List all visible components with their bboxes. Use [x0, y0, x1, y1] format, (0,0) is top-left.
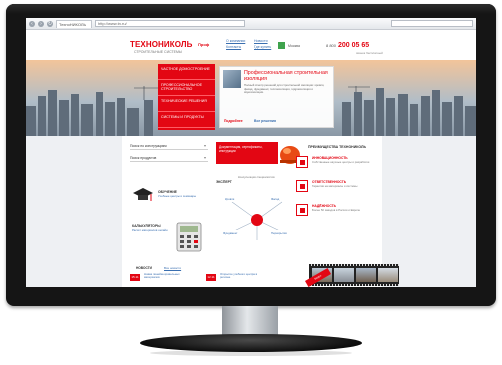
diagram-center-icon	[251, 214, 263, 226]
all-news-link[interactable]: Все новости	[164, 266, 181, 270]
phone-digits: 200 05 65	[337, 42, 370, 49]
main-content: Поиск по конструкциям Поиск продуктов До…	[26, 136, 476, 287]
browser-tab[interactable]: ТехноНИКОЛЬ	[56, 19, 92, 28]
header-link-about[interactable]: О компании	[226, 39, 245, 43]
brand-tagline: СТРОИТЕЛЬНЫЕ СИСТЕМЫ	[134, 50, 182, 54]
hero-menu-item[interactable]: Системы и продукты	[158, 112, 215, 128]
hero-menu-item[interactable]: Частное домостроение	[158, 64, 215, 80]
video-thumbnail[interactable]	[334, 268, 354, 282]
monitor-stand-base	[140, 334, 362, 352]
advantage-description: Более 50 заводов в России и Европе	[312, 208, 361, 212]
hero-category-menu: Частное домостроение Профессиональное ст…	[158, 64, 215, 130]
hero-menu-item[interactable]: Технические решения	[158, 96, 215, 112]
hero-more-button[interactable]: Подробнее	[224, 119, 243, 123]
diagram-node[interactable]: Фасад	[270, 196, 281, 202]
advantage-description: Собственные научные центры и разработки	[312, 160, 370, 164]
address-bar[interactable]: http://www.tn.ru/	[95, 20, 245, 27]
hero-all-solutions-button[interactable]: Все решения	[254, 119, 276, 123]
reliability-icon	[296, 204, 308, 216]
brand-logo[interactable]: ТЕХНОНИКОЛЬ	[130, 40, 192, 49]
diagram-node[interactable]: Перекрытия	[270, 230, 288, 236]
reload-icon[interactable]: ↻	[47, 20, 53, 27]
construction-search-select[interactable]: Поиск по конструкциям	[130, 142, 208, 150]
advantage-description: Гарантия на материалы и системы	[312, 184, 358, 188]
video-thumbnail[interactable]	[378, 268, 398, 282]
news-item-link[interactable]: Открытие учебного центра в регионе	[220, 272, 264, 280]
monitor-mockup: ‹ › ↻ ТехноНИКОЛЬ http://www.tn.ru/ ТЕХН…	[0, 0, 502, 365]
back-icon[interactable]: ‹	[29, 20, 35, 27]
header-link-news[interactable]: Новости	[254, 39, 268, 43]
film-perforation	[309, 264, 399, 266]
video-thumbnail[interactable]	[356, 268, 376, 282]
news-date-badge: 15.11	[130, 274, 140, 281]
header-section-tag[interactable]: Проф	[198, 42, 209, 47]
education-link[interactable]: Учебные центры и семинары	[158, 194, 198, 198]
documentation-promo[interactable]: Документация, сертификаты, инструкции	[216, 142, 278, 164]
product-search-select[interactable]: Поиск продуктов	[130, 154, 208, 162]
phone-prefix: 8 800	[326, 43, 337, 48]
phone-number: 8 800 200 05 65	[326, 42, 369, 49]
responsibility-icon	[296, 180, 308, 192]
hero-banner: Частное домостроение Профессиональное ст…	[26, 60, 476, 136]
hero-promo-card: Профессиональная строительная изоляция П…	[219, 66, 334, 128]
calculator-icon	[176, 222, 202, 252]
expert-description: Консультация специалистов	[238, 175, 275, 179]
phone-caption: звонок бесплатный	[356, 51, 383, 55]
innovation-icon	[296, 156, 308, 168]
diagram-node[interactable]: Фундамент	[222, 230, 239, 236]
header-link-where-to-buy[interactable]: Где купить	[254, 45, 271, 49]
hero-card-text: Полный спектр решений для строительной и…	[244, 83, 325, 95]
browser-search-input[interactable]	[391, 20, 473, 27]
header-link-contacts[interactable]: Контакты	[226, 45, 241, 49]
bezel-highlight	[6, 4, 496, 14]
forward-icon[interactable]: ›	[38, 20, 44, 27]
diagram-node[interactable]: Кровля	[224, 196, 236, 202]
calculators-link[interactable]: Расчёт материалов онлайн	[132, 228, 172, 232]
region-selector[interactable]: Москва	[288, 44, 300, 48]
news-heading: Новости	[136, 266, 152, 270]
graduation-cap-icon	[133, 188, 153, 201]
news-date-badge: 12.11	[206, 274, 216, 281]
hero-card-thumbnail	[223, 70, 241, 88]
monitor-screen: ‹ › ↻ ТехноНИКОЛЬ http://www.tn.ru/ ТЕХН…	[26, 18, 476, 287]
video-filmstrip[interactable]: Видео	[304, 264, 399, 287]
region-icon[interactable]	[278, 42, 285, 49]
news-item-link[interactable]: Новая линейка кровельных материалов	[144, 272, 188, 280]
hero-card-title: Профессиональная строительная изоляция	[244, 70, 328, 82]
film-perforation	[309, 284, 399, 286]
advantages-title: Преимущества ТехноНИКОЛЬ	[308, 145, 366, 149]
expert-label[interactable]: Эксперт	[216, 180, 232, 184]
hero-menu-item[interactable]: Профессиональное строительство	[158, 80, 215, 96]
browser-toolbar: ‹ › ↻ ТехноНИКОЛЬ http://www.tn.ru/	[26, 18, 476, 30]
site-header: ТЕХНОНИКОЛЬ СТРОИТЕЛЬНЫЕ СИСТЕМЫ Проф О …	[26, 30, 476, 60]
